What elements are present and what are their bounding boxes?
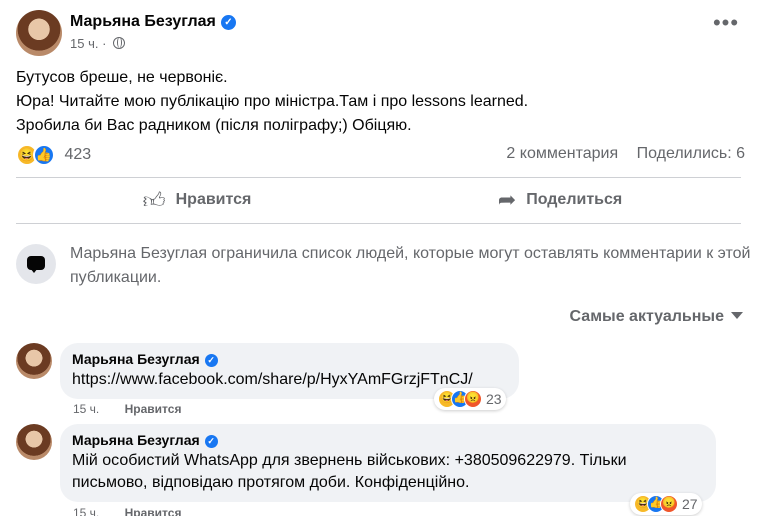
reactions-summary-right: 2 комментария Поделились: 6 <box>492 145 745 163</box>
shares-count[interactable]: Поделились: 6 <box>637 145 745 162</box>
reaction-count[interactable]: 423 <box>64 146 91 163</box>
angry-reaction-icon: 😠 <box>464 390 482 409</box>
like-button-label: Нравится <box>175 191 252 208</box>
comment-like-button[interactable]: Нравится <box>125 402 182 416</box>
notice-text: Марьяна Безуглая ограничила список людей… <box>70 245 751 286</box>
post-line: Бутусов бреше, не червоніє. <box>16 69 228 86</box>
comment-author[interactable]: Марьяна Безуглая ✓ <box>72 432 704 448</box>
comment-line: письмово, відповідаю протягом доби. Конф… <box>72 474 470 491</box>
reactions-summary: 😆👍 423 2 комментария Поделились: 6 <box>16 140 745 168</box>
like-button[interactable]: 👍︎ Нравится <box>16 182 378 218</box>
author-avatar[interactable] <box>16 10 62 56</box>
post-line: Зробила би Вас радником (після поліграфу… <box>16 117 412 134</box>
share-arrow-icon: ➦ <box>497 187 517 212</box>
like-reaction-icon: 👍 <box>33 144 55 166</box>
comment-text: Мій особистий WhatsApp для звернень війс… <box>72 450 704 494</box>
comment-bubble: Марьяна Безуглая ✓ Мій особистий WhatsApp… <box>60 424 716 502</box>
post-author-name[interactable]: Марьяна Безуглая <box>70 13 216 30</box>
comment-time[interactable]: 15 ч. <box>73 402 99 416</box>
comment-author[interactable]: Марьяна Безуглая ✓ <box>72 351 507 367</box>
comment-reactions[interactable]: 😆👍😠 27 <box>630 493 702 515</box>
comment-avatar[interactable] <box>16 343 52 379</box>
verified-badge-icon: ✓ <box>220 15 236 30</box>
comments-count[interactable]: 2 комментария <box>506 145 618 162</box>
verified-badge-icon: ✓ <box>204 354 218 367</box>
comment: Марьяна Безуглая ✓ https://www.facebook.c… <box>16 343 751 419</box>
share-button-label: Поделиться <box>526 191 623 208</box>
post-author[interactable]: Марьяна Безуглая ✓ <box>70 13 236 31</box>
share-button[interactable]: ➦ Поделиться <box>379 182 741 218</box>
comment-meta: 15 ч. Нравится <box>73 402 181 416</box>
post-line: Юра! Читайте мою публікацію про міністра… <box>16 93 529 110</box>
comment-meta: 15 ч. Нравится <box>73 506 181 516</box>
verified-badge-icon: ✓ <box>204 435 218 448</box>
comment-reaction-count: 23 <box>486 391 502 408</box>
post-text: Бутусов бреше, не червоніє. Юра! Читайте… <box>16 66 741 138</box>
comment-reactions[interactable]: 😆👍😠 23 <box>434 388 506 410</box>
post-actions: 👍︎ Нравится ➦ Поделиться <box>16 182 741 218</box>
comment-line: Мій особистий WhatsApp для звернень війс… <box>72 452 627 469</box>
comment-like-button[interactable]: Нравится <box>125 506 182 516</box>
angry-reaction-icon: 😠 <box>660 495 678 514</box>
comment-restriction-notice: Марьяна Безуглая ограничила список людей… <box>16 240 751 286</box>
sort-label: Самые актуальные <box>569 308 724 325</box>
speech-bubble-icon <box>16 244 56 284</box>
comment: Марьяна Безуглая ✓ Мій особистий WhatsApp… <box>16 424 751 516</box>
divider <box>16 177 741 178</box>
globe-icon <box>113 37 126 49</box>
comment-author-name[interactable]: Марьяна Безуглая <box>72 432 200 448</box>
comment-sort-dropdown[interactable]: Самые актуальные <box>570 308 743 326</box>
reactions-summary-left[interactable]: 😆👍 423 <box>16 144 91 166</box>
comment-avatar[interactable] <box>16 424 52 460</box>
caret-down-icon <box>731 312 743 319</box>
comment-time[interactable]: 15 ч. <box>73 506 99 516</box>
post-time[interactable]: 15 ч. <box>70 36 98 51</box>
comment-reaction-count: 27 <box>682 496 698 513</box>
post-meta: 15 ч. · <box>70 36 126 51</box>
post-header: Марьяна Безуглая ✓ 15 ч. · ••• <box>16 9 741 57</box>
comment-author-name[interactable]: Марьяна Безуглая <box>72 351 200 367</box>
more-options-icon[interactable]: ••• <box>711 12 741 39</box>
thumbs-up-icon: 👍︎ <box>142 187 166 213</box>
divider <box>16 223 741 224</box>
